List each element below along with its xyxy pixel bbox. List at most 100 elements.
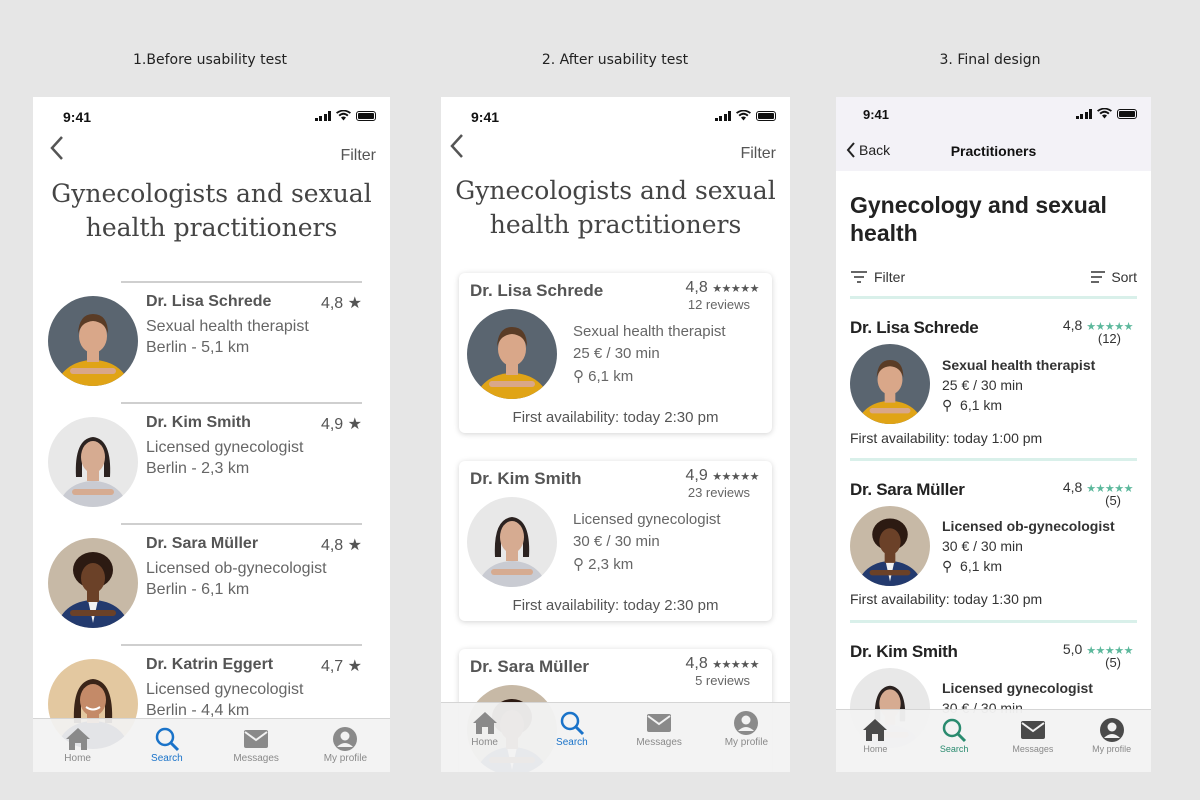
- practitioner-card[interactable]: Dr. Lisa Schrede 4,8 ★★★★★ 12 reviews Se…: [459, 273, 772, 433]
- specialty: Licensed gynecologist: [146, 439, 304, 456]
- tab-label: My profile: [323, 753, 368, 764]
- filter-button[interactable]: Filter: [740, 145, 776, 163]
- wifi-icon: [336, 110, 351, 121]
- status-bar: 9:41: [441, 97, 790, 133]
- rating-value: 4,7: [320, 658, 344, 675]
- back-chevron-icon[interactable]: [447, 133, 467, 159]
- star-icon: ★: [347, 537, 362, 554]
- divider: [121, 402, 362, 404]
- tab-profile[interactable]: My profile: [703, 703, 790, 772]
- tab-search[interactable]: Search: [122, 719, 211, 772]
- page-title-line1: Gynecologists and sexual: [51, 179, 372, 208]
- nav-title: Practitioners: [950, 143, 1037, 159]
- status-bar: 9:41: [33, 97, 390, 133]
- practitioner-name: Dr. Kim Smith: [470, 469, 582, 488]
- caption-final: 3. Final design: [939, 52, 1041, 68]
- page-title-line2: health practitioners: [489, 210, 742, 239]
- location-pin-icon: ⚲: [942, 558, 953, 574]
- tab-home[interactable]: Home: [836, 710, 915, 772]
- rating-value: 4,8: [320, 295, 344, 312]
- tab-label: Search: [556, 737, 588, 748]
- review-count: (5): [1105, 493, 1121, 508]
- location-pin-icon: ⚲: [942, 397, 953, 413]
- divider: [850, 458, 1137, 461]
- tab-profile[interactable]: My profile: [301, 719, 390, 772]
- home-icon: [863, 719, 888, 741]
- tab-messages[interactable]: Messages: [616, 703, 703, 772]
- avatar: [48, 538, 138, 628]
- practitioner-name[interactable]: Dr. Sara Müller: [850, 480, 965, 500]
- tab-search[interactable]: Search: [528, 703, 615, 772]
- star-rating-icon: ★★★★★: [712, 471, 759, 483]
- specialty: Sexual health therapist: [146, 318, 309, 335]
- tab-profile[interactable]: My profile: [1072, 710, 1151, 772]
- rating-value: 5,0: [1062, 641, 1083, 657]
- mail-icon: [1020, 721, 1045, 739]
- wifi-icon: [1097, 108, 1112, 119]
- specialty: Licensed gynecologist: [942, 680, 1093, 696]
- rating: 4,8 ★★★★★: [1063, 479, 1134, 495]
- distance: ⚲ 6,1 km: [942, 397, 1002, 414]
- distance-value: 6,1 km: [960, 558, 1003, 574]
- tab-bar: Home Search Messages My profile: [441, 702, 790, 772]
- filter-button[interactable]: Filter: [340, 147, 376, 165]
- back-chevron-icon[interactable]: [47, 135, 67, 161]
- avatar: [850, 506, 930, 586]
- tab-bar: Home Search Messages My profile: [33, 718, 390, 772]
- phone-before: 9:41 Filter Gynecologists and sexual hea…: [33, 97, 390, 772]
- tab-messages[interactable]: Messages: [212, 719, 301, 772]
- review-count: (5): [1105, 655, 1121, 670]
- avatar: [48, 296, 138, 386]
- tab-bar: Home Search Messages My profile: [836, 709, 1151, 772]
- rating: 5,0 ★★★★★: [1062, 641, 1134, 657]
- availability: First availability: today 2:30 pm: [512, 409, 719, 426]
- practitioner-name[interactable]: Dr. Kim Smith: [850, 642, 958, 662]
- list-item[interactable]: Dr. Lisa Schrede 4,8 ★ Sexual health the…: [33, 281, 390, 401]
- practitioner-card[interactable]: Dr. Kim Smith 4,9 ★★★★★ 23 reviews Licen…: [459, 461, 772, 621]
- rating-value: 4,8: [685, 655, 708, 672]
- battery-icon: [1117, 108, 1137, 119]
- divider: [121, 281, 362, 283]
- phone-after: 9:41 Filter Gynecologists and sexual hea…: [441, 97, 790, 772]
- wifi-icon: [736, 110, 751, 121]
- page-title: Gynecologists and sexual health practiti…: [33, 177, 390, 245]
- filter-button[interactable]: Filter: [850, 269, 905, 285]
- review-count: 12 reviews: [687, 297, 750, 312]
- filter-icon: [851, 271, 867, 283]
- specialty: Licensed ob-gynecologist: [146, 560, 327, 577]
- practitioner-name: Dr. Sara Müller: [146, 535, 259, 552]
- page-title: Gynecologists and sexual health practiti…: [441, 174, 790, 242]
- filter-sort-row: Filter Sort: [850, 267, 1137, 289]
- distance-value: 6,1 km: [960, 397, 1003, 413]
- divider: [850, 620, 1137, 623]
- specialty: Sexual health therapist: [942, 357, 1096, 373]
- availability: First availability: today 1:30 pm: [850, 591, 1043, 607]
- rating: 4,9 ★: [321, 414, 362, 434]
- tab-messages[interactable]: Messages: [994, 710, 1073, 772]
- rating-value: 4,8: [1062, 317, 1083, 333]
- profile-icon: [333, 727, 358, 751]
- battery-icon: [756, 110, 776, 121]
- sort-button[interactable]: Sort: [1090, 269, 1137, 285]
- status-time: 9:41: [471, 109, 500, 125]
- list-item[interactable]: Dr. Sara Müller 4,8 ★ Licensed ob-gyneco…: [33, 523, 390, 643]
- star-icon: ★: [347, 416, 362, 433]
- sort-icon: [1091, 271, 1106, 283]
- home-icon: [65, 728, 90, 750]
- tab-label: Home: [863, 744, 888, 754]
- divider: [850, 296, 1137, 299]
- location-pin-icon: ⚲: [573, 368, 584, 385]
- price: 30 € / 30 min: [573, 533, 660, 550]
- tab-label: My profile: [1092, 744, 1132, 754]
- phone-final: 9:41 Back Practitioners Gynecology and s…: [836, 97, 1151, 772]
- tab-label: Search: [151, 753, 183, 764]
- tab-search[interactable]: Search: [915, 710, 994, 772]
- list-item[interactable]: Dr. Kim Smith 4,9 ★ Licensed gynecologis…: [33, 402, 390, 522]
- practitioner-name[interactable]: Dr. Lisa Schrede: [850, 318, 979, 338]
- location-pin-icon: ⚲: [573, 556, 584, 573]
- tab-label: Messages: [233, 753, 279, 764]
- tab-home[interactable]: Home: [33, 719, 122, 772]
- tab-home[interactable]: Home: [441, 703, 528, 772]
- distance-value: 6,1 km: [588, 368, 634, 385]
- search-icon: [942, 718, 967, 743]
